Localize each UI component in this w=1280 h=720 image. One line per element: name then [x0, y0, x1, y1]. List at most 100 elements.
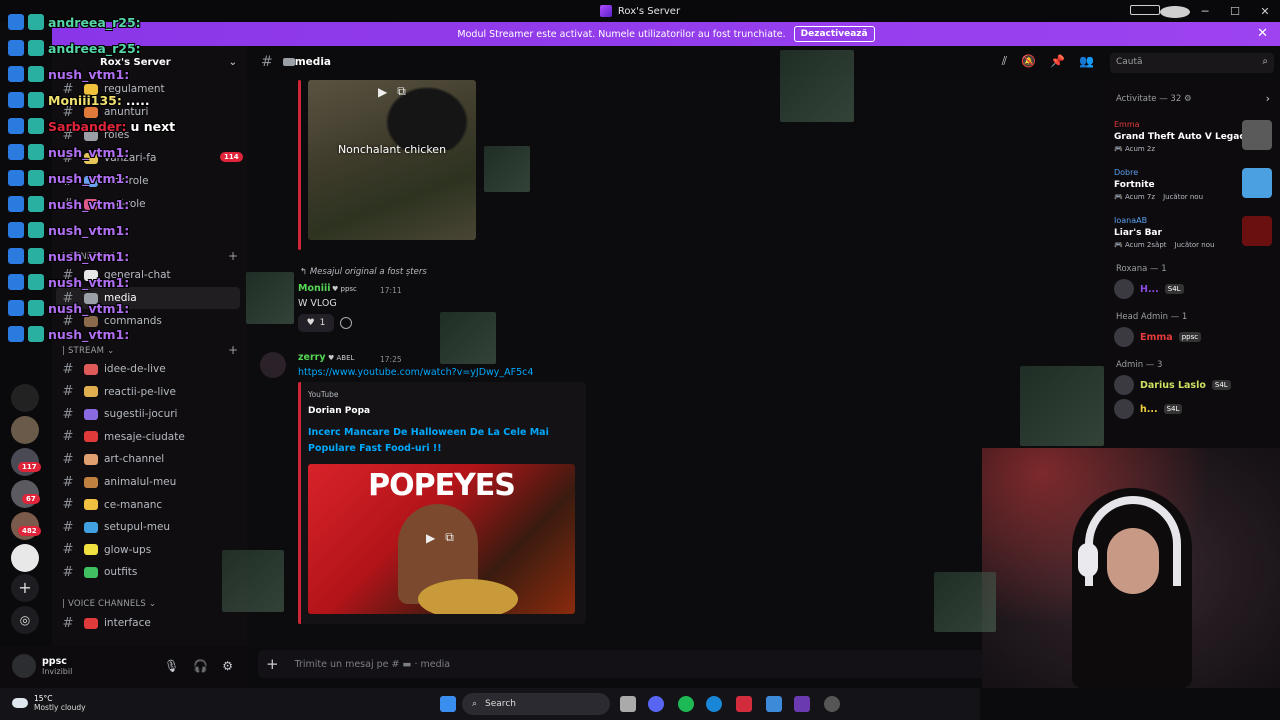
- channel-item[interactable]: # reactii-pe-live: [56, 381, 240, 403]
- member-item[interactable]: Emma ppsc: [1114, 326, 1202, 348]
- hash-icon: #: [62, 451, 74, 467]
- notifications-icon[interactable]: 🔕: [1021, 54, 1036, 69]
- app-icon-red[interactable]: [736, 696, 752, 712]
- channel-label: outfits: [104, 566, 138, 579]
- embed-title[interactable]: Incerc Mancare De Halloween De La Cele M…: [308, 425, 578, 457]
- play-icon[interactable]: ▶: [426, 531, 435, 545]
- weather-widget[interactable]: 15°C Mostly cloudy: [12, 694, 86, 712]
- video-thumbnail[interactable]: POPEYES ▶ ⧉: [308, 464, 575, 614]
- add-channel-icon[interactable]: +: [228, 343, 238, 357]
- channel-emoji-icon: [84, 408, 98, 420]
- channel-item[interactable]: # commands: [56, 310, 240, 332]
- channel-item[interactable]: # sugestii-jocuri: [56, 403, 240, 425]
- activity-card[interactable]: IoanaAB Liar's Bar 🎮 Acum 2săpt Jucător nou: [1114, 216, 1272, 249]
- play-icon[interactable]: ▶: [378, 85, 387, 99]
- message-composer[interactable]: + Trimite un mesaj pe # ▬ · media 🎁: [258, 650, 1092, 678]
- sticker: [1020, 366, 1104, 446]
- message-author[interactable]: Moniii: [298, 283, 331, 294]
- member-item[interactable]: H... S4L: [1114, 278, 1184, 300]
- explorer-icon[interactable]: [766, 696, 782, 712]
- disable-streamer-button[interactable]: Dezactivează: [793, 26, 875, 42]
- channel-item[interactable]: # setupul-meu: [56, 516, 240, 538]
- server-icon-w2g[interactable]: [11, 384, 39, 412]
- category-general[interactable]: | GENERAL |: [62, 252, 115, 262]
- channel-item[interactable]: # animalul-meu: [56, 471, 240, 493]
- channel-item[interactable]: # interface: [56, 612, 240, 634]
- channel-item[interactable]: # regulament: [56, 78, 240, 100]
- channel-item[interactable]: # mesaje-ciudate: [56, 426, 240, 448]
- member-item[interactable]: h... S4L: [1114, 398, 1183, 420]
- activity-extra: Jucător nou: [1174, 241, 1215, 249]
- channel-emoji-icon: [84, 386, 98, 398]
- obs-icon[interactable]: [824, 696, 840, 712]
- channel-item[interactable]: # glow-ups: [56, 539, 240, 561]
- add-channel-icon[interactable]: +: [228, 249, 238, 263]
- avatar[interactable]: [12, 654, 36, 678]
- hash-icon: #: [62, 150, 74, 166]
- activity-card[interactable]: Emma Grand Theft Auto V Legacy 🎮 Acum 2z: [1114, 120, 1272, 153]
- add-server-icon[interactable]: +: [11, 574, 39, 602]
- server-icon-cat[interactable]: [11, 416, 39, 444]
- chevron-down-icon[interactable]: ⌄: [229, 57, 237, 68]
- windows-start-icon[interactable]: [440, 696, 456, 712]
- microphone-icon[interactable]: 🎙: [164, 659, 179, 673]
- message-text: W VLOG: [298, 298, 337, 309]
- channel-item[interactable]: # general-chat: [56, 264, 240, 286]
- channel-item[interactable]: # kick-role: [56, 170, 240, 192]
- open-original-icon[interactable]: ⧉: [445, 530, 454, 545]
- embed-provider[interactable]: YouTube: [308, 390, 339, 399]
- activity-card[interactable]: Dobre Fortnite 🎮 Acum 7z Jucător nou: [1114, 168, 1272, 201]
- pin-icon[interactable]: 📌: [1050, 54, 1065, 69]
- maximize-button[interactable]: ☐: [1220, 5, 1250, 18]
- youtube-link[interactable]: https://www.youtube.com/watch?v=yJDwy_AF…: [298, 367, 533, 378]
- open-original-icon[interactable]: ⧉: [397, 84, 406, 99]
- close-window-button[interactable]: ✕: [1250, 5, 1280, 18]
- user-status: Invizibil: [42, 667, 73, 676]
- channel-item[interactable]: # roles: [56, 124, 240, 146]
- help-icon[interactable]: ?: [1160, 5, 1190, 18]
- headphones-icon[interactable]: 🎧: [193, 659, 208, 673]
- heart-reaction[interactable]: ♥ 1: [298, 314, 334, 332]
- member-item[interactable]: Darius Laslo S4L: [1114, 374, 1231, 396]
- channel-label: regulament: [104, 83, 165, 95]
- channel-item[interactable]: # anunturi: [56, 101, 240, 123]
- game-art-icon: [1242, 168, 1272, 198]
- channel-item[interactable]: # vanzari-fa: [56, 147, 240, 169]
- banner-close-icon[interactable]: ✕: [1257, 26, 1268, 41]
- member-list-icon[interactable]: 👥: [1079, 54, 1094, 69]
- message-author[interactable]: zerry: [298, 352, 326, 363]
- taskbar-search[interactable]: ⌕ Search: [462, 693, 610, 715]
- embed-author[interactable]: Dorian Popa: [308, 406, 370, 416]
- threads-icon[interactable]: ⫽: [1002, 54, 1007, 69]
- inbox-icon[interactable]: [1130, 4, 1160, 18]
- add-attachment-icon[interactable]: +: [266, 655, 279, 673]
- task-view-icon[interactable]: [620, 696, 636, 712]
- twitch-icon[interactable]: [794, 696, 810, 712]
- category-voice[interactable]: | VOICE CHANNELS ⌄: [62, 599, 156, 609]
- discord-icon[interactable]: [648, 696, 664, 712]
- channel-item[interactable]: # media: [56, 287, 240, 309]
- channel-emoji-icon: [84, 198, 98, 210]
- channel-item[interactable]: # art-channel: [56, 448, 240, 470]
- discover-icon[interactable]: ◎: [11, 606, 39, 634]
- channel-item[interactable]: # ce-mananc: [56, 494, 240, 516]
- thumbnail-brand: POPEYES: [368, 468, 516, 503]
- channel-item[interactable]: # idee-de-live: [56, 358, 240, 380]
- minimize-button[interactable]: ─: [1190, 5, 1220, 18]
- window-title: Rox's Server: [599, 5, 680, 17]
- settings-gear-icon[interactable]: ⚙: [222, 659, 233, 673]
- activity-extra: Jucător nou: [1163, 193, 1204, 201]
- channel-item[interactable]: # self-role: [56, 193, 240, 215]
- chevron-right-icon[interactable]: ›: [1266, 92, 1270, 105]
- server-icon-6[interactable]: [11, 544, 39, 572]
- channel-item[interactable]: # outfits: [56, 561, 240, 583]
- edge-icon[interactable]: [706, 696, 722, 712]
- avatar[interactable]: [260, 352, 286, 378]
- category-stream[interactable]: | STREAM ⌄: [62, 346, 114, 356]
- server-header[interactable]: Rox's Server ⌄: [52, 46, 247, 78]
- add-reaction-icon[interactable]: [340, 317, 352, 329]
- hash-icon: #: [62, 81, 74, 97]
- spotify-icon[interactable]: [678, 696, 694, 712]
- search-input[interactable]: Caută ⌕: [1110, 53, 1274, 73]
- channel-emoji-icon: [84, 315, 98, 327]
